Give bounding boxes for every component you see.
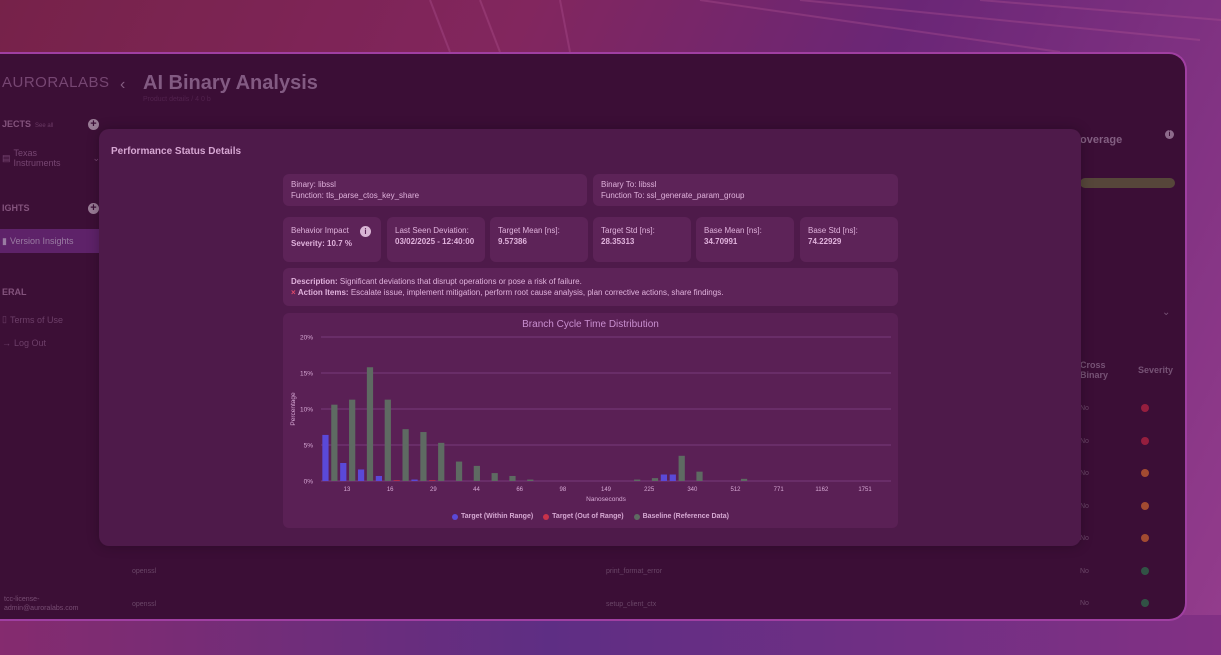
y-tick-label: 5% bbox=[304, 443, 314, 450]
performance-status-modal: Performance Status Details Binary: libss… bbox=[99, 129, 1081, 546]
description-text: Description: Significant deviations that… bbox=[291, 277, 582, 286]
bar-target-within bbox=[375, 475, 383, 481]
y-tick-label: 10% bbox=[300, 407, 313, 414]
base-mean-card: Base Mean [ns]: 34.70991 bbox=[696, 217, 794, 262]
bar-baseline bbox=[366, 367, 374, 481]
y-tick-label: 0% bbox=[304, 479, 314, 486]
bar-target-out bbox=[429, 480, 436, 481]
y-axis-label: Percentage bbox=[290, 392, 297, 426]
bar-baseline bbox=[438, 442, 445, 481]
bar-target-within bbox=[411, 479, 418, 481]
y-tick-label: 15% bbox=[300, 371, 313, 378]
x-tick-label: 13 bbox=[344, 487, 351, 493]
behavior-impact-card: Behavior Impact Severity: 10.7 % i bbox=[283, 217, 381, 262]
base-std-title: Base Std [ns]: bbox=[808, 226, 858, 235]
target-std-title: Target Std [ns]: bbox=[601, 226, 655, 235]
bar-baseline bbox=[740, 478, 748, 481]
bar-target-within bbox=[660, 474, 668, 481]
x-tick-label: 225 bbox=[644, 487, 655, 493]
bar-baseline bbox=[473, 465, 480, 481]
legend-item-target-out[interactable]: Target (Out of Range) bbox=[543, 513, 624, 520]
y-tick-label: 20% bbox=[300, 335, 313, 342]
bar-target-within bbox=[322, 434, 329, 481]
bar-baseline bbox=[527, 479, 534, 481]
chart-card: Branch Cycle Time Distribution 0% 5% 10% 15… bbox=[283, 313, 898, 528]
last-seen-title: Last Seen Deviation: bbox=[395, 226, 469, 235]
x-tick-label: 66 bbox=[516, 487, 523, 493]
binary-label: Binary: libssl bbox=[291, 180, 336, 189]
bar-target-within bbox=[357, 469, 365, 481]
bar-baseline bbox=[696, 471, 703, 481]
x-icon: × bbox=[291, 288, 296, 297]
base-std-card: Base Std [ns]: 74.22929 bbox=[800, 217, 898, 262]
x-tick-label: 771 bbox=[774, 487, 785, 493]
bar-baseline bbox=[384, 399, 391, 481]
binary-to-label: Binary To: libssl bbox=[601, 180, 657, 189]
base-mean-title: Base Mean [ns]: bbox=[704, 226, 762, 235]
x-tick-label: 29 bbox=[430, 487, 437, 493]
x-tick-label: 512 bbox=[730, 487, 741, 493]
last-seen-card: Last Seen Deviation: 03/02/2025 - 12:40:… bbox=[387, 217, 485, 262]
bar-baseline bbox=[455, 461, 463, 481]
legend-item-baseline[interactable]: Baseline (Reference Data) bbox=[633, 513, 729, 520]
info-icon[interactable]: i bbox=[360, 226, 371, 237]
function-label: Function: tls_parse_ctos_key_share bbox=[291, 191, 420, 200]
x-tick-label: 340 bbox=[687, 487, 698, 493]
bar-baseline bbox=[651, 478, 659, 481]
binary-to-card: Binary To: libssl Function To: ssl_gener… bbox=[593, 174, 898, 206]
bar-target-within bbox=[340, 463, 347, 481]
action-items-text: × Action Items: Escalate issue, implemen… bbox=[291, 288, 724, 297]
chart-legend: Target (Within Range) Target (Out of Ran… bbox=[283, 513, 898, 520]
last-seen-value: 03/02/2025 - 12:40:00 bbox=[395, 237, 475, 246]
base-mean-value: 34.70991 bbox=[704, 237, 738, 246]
bar-target-out bbox=[393, 480, 400, 481]
bar-baseline bbox=[634, 479, 641, 481]
x-tick-label: 149 bbox=[601, 487, 612, 493]
behavior-impact-value: Severity: 10.7 % bbox=[291, 239, 352, 248]
x-tick-label: 44 bbox=[473, 487, 480, 493]
x-tick-label: 98 bbox=[559, 487, 566, 493]
x-tick-label: 16 bbox=[387, 487, 394, 493]
binary-card: Binary: libssl Function: tls_parse_ctos_… bbox=[283, 174, 587, 206]
bar-baseline bbox=[509, 475, 516, 481]
bar-baseline bbox=[491, 473, 498, 481]
bar-baseline bbox=[678, 455, 685, 481]
target-std-card: Target Std [ns]: 28.35313 bbox=[593, 217, 691, 262]
x-tick-label: 1162 bbox=[815, 487, 829, 493]
bar-baseline bbox=[402, 429, 409, 481]
base-std-value: 74.22929 bbox=[808, 237, 842, 246]
target-mean-card: Target Mean [ns]: 9.57386 bbox=[490, 217, 588, 262]
target-mean-value: 9.57386 bbox=[498, 237, 527, 246]
histogram-chart: 0% 5% 10% 15% 20% Percentage 13 16 29 44 66 98 149 22… bbox=[290, 335, 891, 503]
description-card: Description: Significant deviations that… bbox=[283, 268, 898, 306]
target-mean-title: Target Mean [ns]: bbox=[498, 226, 560, 235]
modal-title: Performance Status Details bbox=[111, 146, 242, 157]
bar-baseline bbox=[331, 404, 338, 481]
x-axis-label: Nanoseconds bbox=[586, 496, 626, 503]
legend-item-target-within[interactable]: Target (Within Range) bbox=[452, 513, 533, 520]
x-tick-label: 1751 bbox=[858, 487, 872, 493]
target-std-value: 28.35313 bbox=[601, 237, 635, 246]
function-to-label: Function To: ssl_generate_param_group bbox=[601, 191, 745, 200]
bar-baseline bbox=[420, 432, 427, 481]
bar-baseline bbox=[349, 399, 356, 481]
bar-target-within bbox=[669, 474, 676, 481]
